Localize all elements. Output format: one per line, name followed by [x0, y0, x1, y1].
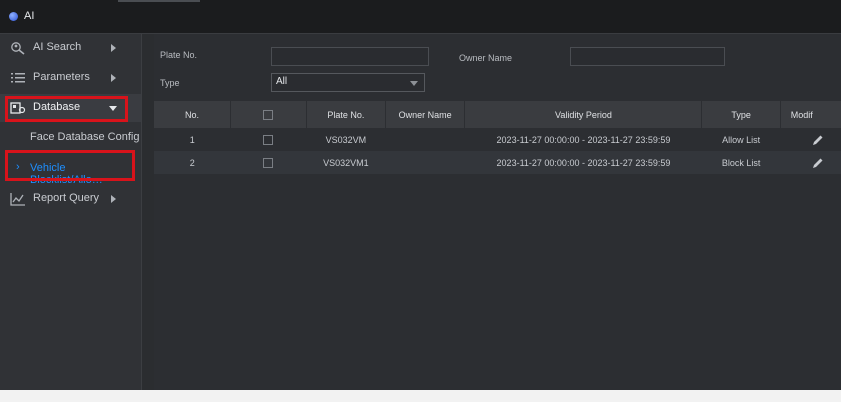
- cell-plate-no: VS032VM: [306, 128, 386, 151]
- chart-icon: [10, 193, 25, 206]
- sidebar: AI Search Parameters Database Face Datab…: [0, 34, 142, 390]
- column-header-no: No.: [154, 101, 232, 128]
- sidebar-item-label: Report Query: [33, 192, 100, 204]
- cell-checkbox: [230, 151, 307, 174]
- pencil-icon[interactable]: [812, 157, 824, 169]
- type-select[interactable]: All: [271, 73, 425, 92]
- sidebar-item-label: AI Search: [33, 41, 82, 53]
- sidebar-item-parameters[interactable]: Parameters: [0, 64, 141, 92]
- list-icon: [11, 73, 25, 83]
- type-label: Type: [160, 78, 180, 88]
- cell-validity-period: 2023-11-27 00:00:00 - 2023-11-27 23:59:5…: [464, 128, 702, 151]
- cell-owner-name: [385, 151, 465, 174]
- plate-no-input[interactable]: [271, 47, 429, 66]
- search-face-icon: [11, 42, 25, 55]
- table-header-row: No. Plate No. Owner Name Validity Period…: [154, 101, 841, 128]
- cell-owner-name: [385, 128, 465, 151]
- cell-plate-no: VS032VM1: [306, 151, 386, 174]
- owner-name-input[interactable]: [570, 47, 725, 66]
- column-header-type: Type: [701, 101, 781, 128]
- cell-no: 2: [154, 151, 231, 174]
- column-header-plate-no: Plate No.: [306, 101, 386, 128]
- cell-modify: [780, 128, 841, 151]
- main-panel: Plate No. Owner Name Type All No. Plate …: [154, 34, 841, 390]
- bottom-edge: [0, 390, 841, 402]
- column-header-owner-name: Owner Name: [385, 101, 466, 128]
- sidebar-subitem-face-database-config[interactable]: Face Database Config: [30, 131, 139, 143]
- row-checkbox[interactable]: [263, 134, 274, 145]
- highlight-box-database: [5, 96, 128, 122]
- table-row: 1 VS032VM 2023-11-27 00:00:00 - 2023-11-…: [154, 128, 841, 151]
- chevron-right-icon: [111, 74, 116, 82]
- table-row: 2 VS032VM1 2023-11-27 00:00:00 - 2023-11…: [154, 151, 841, 174]
- vehicle-list-table: No. Plate No. Owner Name Validity Period…: [154, 101, 841, 174]
- ai-logo-icon: [9, 12, 18, 21]
- sidebar-item-report-query[interactable]: Report Query: [0, 185, 141, 213]
- app-title: AI: [24, 10, 35, 22]
- chevron-right-icon: [111, 44, 116, 52]
- tab-indicator: [118, 0, 200, 2]
- sidebar-item-ai-search[interactable]: AI Search: [0, 34, 141, 62]
- cell-type: Block List: [701, 151, 781, 174]
- cell-no: 1: [154, 128, 231, 151]
- column-header-select-all: [230, 101, 307, 128]
- chevron-right-icon: [111, 195, 116, 203]
- select-all-checkbox[interactable]: [263, 109, 274, 120]
- type-select-value: All: [276, 76, 288, 87]
- cell-checkbox: [230, 128, 307, 151]
- pencil-icon[interactable]: [812, 134, 824, 146]
- highlight-box-vehicle-blocklist: [5, 150, 135, 181]
- chevron-down-icon: [410, 81, 418, 86]
- cell-validity-period: 2023-11-27 00:00:00 - 2023-11-27 23:59:5…: [464, 151, 702, 174]
- owner-name-label: Owner Name: [459, 53, 513, 63]
- row-checkbox[interactable]: [263, 157, 274, 168]
- column-header-modify: Modif: [780, 101, 841, 128]
- sidebar-item-label: Parameters: [33, 71, 90, 83]
- plate-no-label: Plate No.: [160, 50, 198, 60]
- cell-type: Allow List: [701, 128, 781, 151]
- top-bar: AI: [0, 0, 841, 34]
- cell-modify: [780, 151, 841, 174]
- column-header-validity-period: Validity Period: [464, 101, 703, 128]
